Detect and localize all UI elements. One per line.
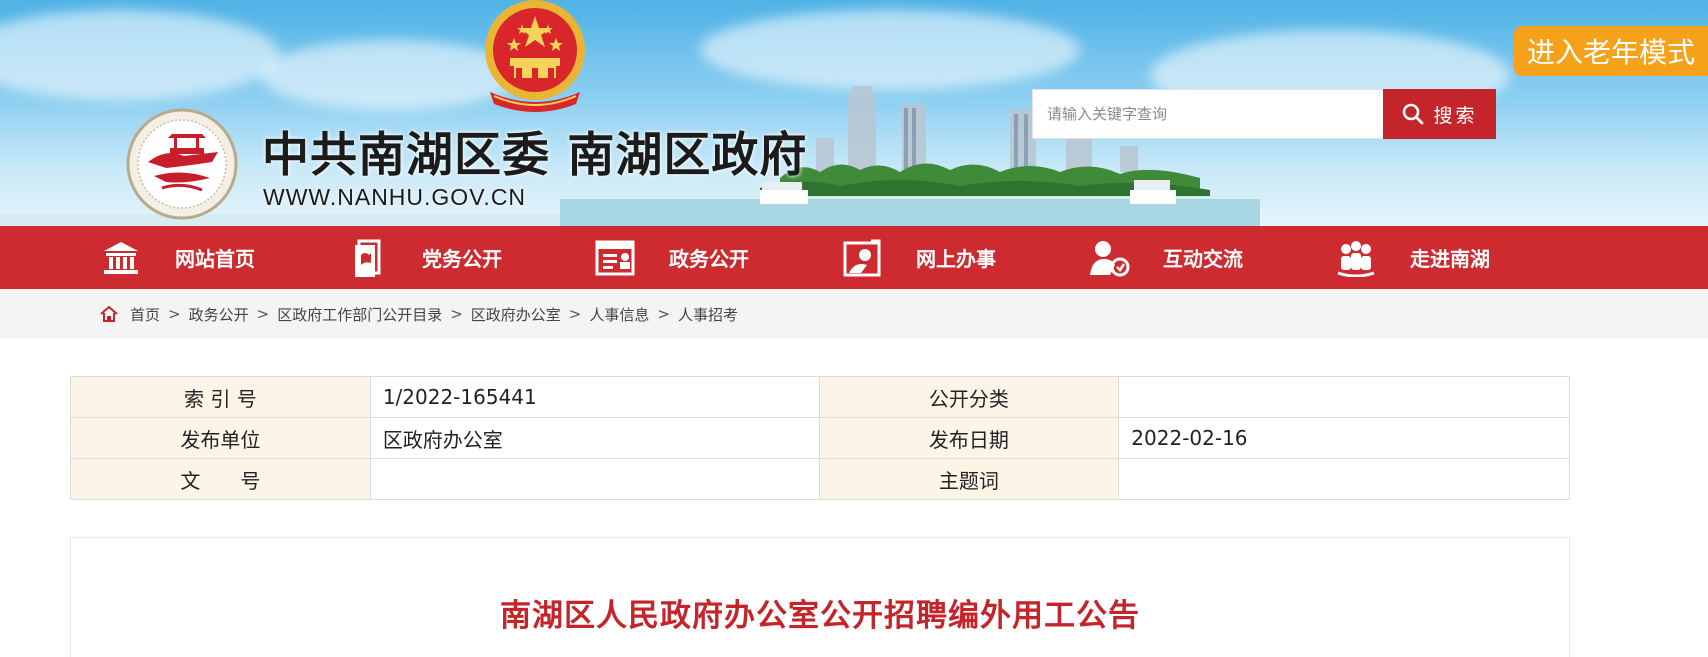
breadcrumb: 首页 > 政务公开 > 区政府工作部门公开目录 > 区政府办公室 > 人事信息 …	[100, 289, 738, 339]
national-emblem-icon	[485, 0, 585, 112]
interaction-icon	[1088, 237, 1130, 279]
search-button-label: 搜索	[1433, 104, 1478, 127]
nav-item-about-nanhu[interactable]: 走进南湖	[1335, 226, 1582, 289]
article-title: 南湖区人民政府办公室公开招聘编外用工公告	[500, 598, 1140, 634]
meta-value-category	[1118, 376, 1570, 418]
id-card-icon	[594, 237, 636, 279]
meta-key-doc-number: 文 号	[70, 458, 371, 500]
meta-value-date: 2022-02-16	[1118, 417, 1570, 459]
breadcrumb-separator: >	[568, 305, 582, 323]
nanhu-logo-icon	[126, 108, 238, 220]
nav-item-online-service[interactable]: 网上办事	[841, 226, 1088, 289]
nav-label: 网上办事	[916, 247, 996, 271]
breadcrumb-link[interactable]: 政务公开	[189, 304, 249, 325]
search-icon	[1403, 103, 1424, 125]
article-container: 南湖区人民政府办公室公开招聘编外用工公告	[70, 537, 1570, 657]
breadcrumb-link[interactable]: 区政府工作部门公开目录	[277, 304, 442, 325]
header-banner: 中共南湖区委 南湖区政府 WWW.NANHU.GOV.CN 搜索 进入老年模式	[0, 0, 1708, 226]
meta-value-doc-number	[369, 458, 820, 500]
site-title: 中共南湖区委 南湖区政府	[262, 128, 808, 183]
breadcrumb-link-current[interactable]: 人事招考	[678, 304, 738, 325]
meta-key-date: 发布日期	[818, 417, 1120, 459]
document-meta-table: 索 引 号 1/2022-165441 公开分类 发布单位 区政府办公室 发布日…	[70, 376, 1570, 500]
meta-key-category: 公开分类	[818, 376, 1120, 418]
main-nav: 网站首页 党务公开 政务公开 网上办事 互动交流 走进南湖	[0, 226, 1708, 289]
search-box	[1032, 89, 1384, 139]
breadcrumb-separator: >	[256, 305, 270, 323]
museum-icon	[100, 237, 142, 279]
search-input[interactable]	[1033, 90, 1383, 138]
nav-label: 互动交流	[1163, 247, 1243, 271]
search-button[interactable]: 搜索	[1383, 89, 1496, 139]
party-flag-icon	[347, 237, 389, 279]
meta-value-keywords	[1118, 458, 1570, 500]
breadcrumb-separator: >	[450, 305, 463, 323]
nav-label: 政务公开	[669, 247, 749, 271]
nav-item-gov-affairs[interactable]: 政务公开	[594, 226, 841, 289]
nav-item-party[interactable]: 党务公开	[347, 226, 594, 289]
nav-item-interaction[interactable]: 互动交流	[1088, 226, 1335, 289]
nav-label: 走进南湖	[1410, 247, 1490, 271]
meta-value-publisher: 区政府办公室	[369, 417, 820, 459]
meta-key-publisher: 发布单位	[70, 417, 371, 459]
breadcrumb-link[interactable]: 人事信息	[589, 304, 649, 325]
meta-key-index: 索 引 号	[70, 376, 371, 418]
nav-item-home[interactable]: 网站首页	[100, 226, 347, 289]
nav-label: 党务公开	[422, 247, 502, 271]
home-icon	[100, 306, 118, 322]
table-row: 文 号 主题词	[70, 458, 1570, 500]
breadcrumb-bar: 首页 > 政务公开 > 区政府工作部门公开目录 > 区政府办公室 > 人事信息 …	[0, 289, 1708, 339]
breadcrumb-separator: >	[168, 305, 181, 323]
online-service-icon	[841, 237, 883, 279]
meta-value-index: 1/2022-165441	[369, 376, 820, 418]
table-row: 索 引 号 1/2022-165441 公开分类	[70, 376, 1570, 418]
nav-label: 网站首页	[175, 247, 255, 271]
breadcrumb-link[interactable]: 首页	[130, 304, 160, 325]
elder-mode-button[interactable]: 进入老年模式	[1514, 26, 1708, 76]
site-url: WWW.NANHU.GOV.CN	[263, 184, 527, 210]
breadcrumb-link[interactable]: 区政府办公室	[471, 304, 561, 325]
breadcrumb-separator: >	[657, 305, 670, 323]
meta-key-keywords: 主题词	[818, 458, 1120, 500]
table-row: 发布单位 区政府办公室 发布日期 2022-02-16	[70, 417, 1570, 459]
people-group-icon	[1335, 237, 1377, 279]
